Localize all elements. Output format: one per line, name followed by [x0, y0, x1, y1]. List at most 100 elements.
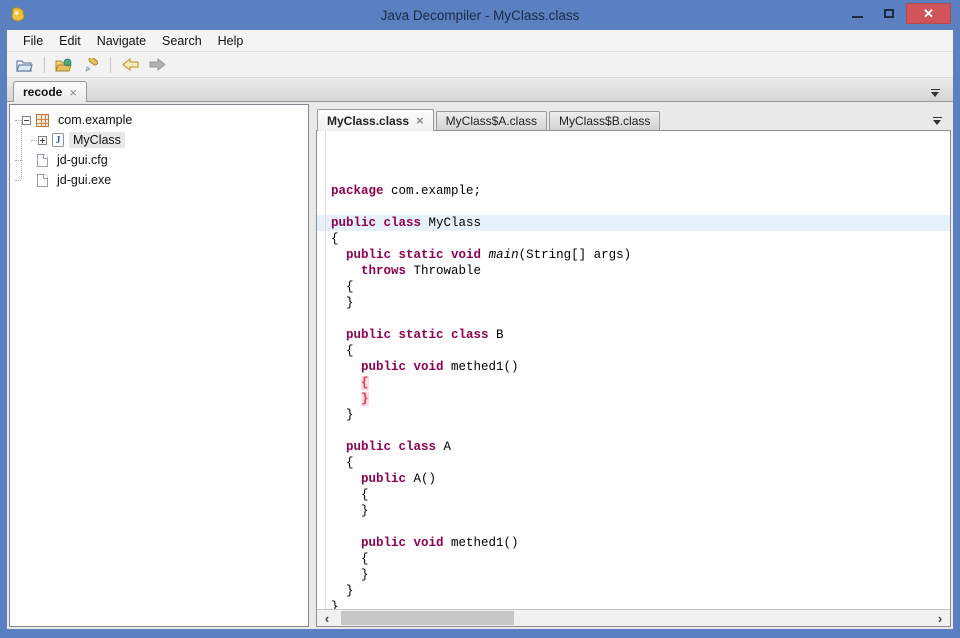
editor-tab-myclass-a-class[interactable]: MyClass$A.class [436, 111, 547, 130]
horizontal-scrollbar[interactable]: ‹ › [317, 609, 950, 626]
code-line: public A() [317, 471, 950, 487]
tab-label: MyClass.class [327, 114, 409, 128]
workspace-tab-recode[interactable]: recode × [13, 81, 87, 102]
window-title: Java Decompiler - MyClass.class [7, 8, 953, 23]
titlebar[interactable]: Java Decompiler - MyClass.class ✕ [7, 0, 953, 30]
menu-item-help[interactable]: Help [210, 32, 252, 50]
minimize-button[interactable] [842, 3, 872, 24]
open-type-icon [55, 58, 73, 72]
code-line: { [317, 455, 950, 471]
editor-tab-strip: MyClass.class × MyClass$A.class MyClass$B.c… [316, 104, 951, 130]
code-line: } [317, 391, 950, 407]
tab-overflow-icon [931, 89, 940, 90]
open-type-button[interactable] [52, 54, 76, 76]
tree-item-label: com.example [54, 112, 136, 128]
code-line: public class MyClass [317, 215, 950, 231]
minimize-icon [852, 16, 863, 18]
tree-item-jd-gui-exe[interactable]: jd-gui.exe [10, 170, 308, 190]
code-editor[interactable]: package com.example; public class MyClas… [317, 131, 950, 609]
tree-connector [15, 180, 21, 181]
tree-item-com-example[interactable]: com.example [10, 110, 308, 130]
code-line: } [317, 407, 950, 423]
file-icon [37, 154, 48, 167]
code-line: { [317, 343, 950, 359]
tab-overflow-icon [933, 117, 942, 118]
code-line: } [317, 503, 950, 519]
editor-tab-myclass-class[interactable]: MyClass.class × [317, 109, 434, 131]
expander-plus-icon[interactable] [38, 136, 47, 145]
code-line: { [317, 279, 950, 295]
search-icon [83, 58, 99, 72]
file-icon [37, 174, 48, 187]
code-line [317, 519, 950, 535]
tree-item-label: jd-gui.cfg [53, 152, 112, 168]
back-button[interactable] [118, 54, 142, 76]
toolbar-separator [110, 57, 111, 73]
close-tab-icon[interactable]: × [69, 86, 77, 99]
code-line: public void methed1() [317, 535, 950, 551]
code-line: } [317, 295, 950, 311]
code-line: public static class B [317, 327, 950, 343]
tab-label: recode [23, 85, 62, 99]
java-class-icon: J [52, 133, 64, 147]
tree-item-jd-gui-cfg[interactable]: jd-gui.cfg [10, 150, 308, 170]
code-line: { [317, 375, 950, 391]
tab-label: MyClass$B.class [559, 114, 650, 128]
code-line [317, 311, 950, 327]
code-line: public class A [317, 439, 950, 455]
maximize-button[interactable] [874, 3, 904, 24]
editor-pane: MyClass.class × MyClass$A.class MyClass$B.c… [316, 104, 951, 627]
scroll-right-button[interactable]: › [932, 610, 948, 626]
code-line: } [317, 583, 950, 599]
forward-button[interactable] [145, 54, 169, 76]
forward-icon [149, 58, 166, 71]
app-window: Java Decompiler - MyClass.class ✕ FileEd… [0, 0, 960, 638]
client-area: FileEditNavigateSearchHelp recode × com.e… [7, 30, 953, 629]
menu-item-navigate[interactable]: Navigate [89, 32, 154, 50]
menu-item-search[interactable]: Search [154, 32, 210, 50]
open-file-icon [16, 58, 34, 72]
code-margin-line [325, 131, 326, 609]
code-line: { [317, 487, 950, 503]
code-line: public static void main(String[] args) [317, 247, 950, 263]
scrollbar-track[interactable] [335, 611, 932, 625]
tree-panel: com.example J MyClass jd-gui.cfg jd-gui.exe [9, 104, 309, 627]
menu-bar: FileEditNavigateSearchHelp [7, 30, 953, 52]
code-line [317, 423, 950, 439]
code-line: } [317, 599, 950, 609]
code-line: { [317, 551, 950, 567]
code-line: { [317, 231, 950, 247]
toolbar [7, 52, 953, 78]
code-line [317, 199, 950, 215]
expander-minus-icon[interactable] [22, 116, 31, 125]
menu-item-edit[interactable]: Edit [51, 32, 89, 50]
code-line: throws Throwable [317, 263, 950, 279]
open-file-button[interactable] [13, 54, 37, 76]
package-icon [36, 114, 49, 127]
scrollbar-thumb[interactable] [341, 611, 514, 625]
toolbar-separator [44, 57, 45, 73]
editor-tab-myclass-b-class[interactable]: MyClass$B.class [549, 111, 660, 130]
search-button[interactable] [79, 54, 103, 76]
editor-body: package com.example; public class MyClas… [316, 130, 951, 627]
editor-tab-overflow-button[interactable] [929, 117, 945, 125]
main-area: com.exampleJMyClassjd-gui.cfgjd-gui.exe … [7, 102, 953, 629]
tree-item-label: MyClass [69, 132, 125, 148]
tree-connector [31, 140, 37, 141]
close-button[interactable]: ✕ [906, 3, 951, 24]
tree-item-myclass[interactable]: J MyClass [10, 130, 308, 150]
maximize-icon [884, 9, 894, 18]
tree-guide [21, 120, 22, 179]
close-icon: ✕ [923, 7, 934, 20]
file-tree: com.example J MyClass jd-gui.cfg jd-gui.exe [10, 105, 308, 190]
back-icon [122, 58, 139, 71]
tab-label: MyClass$A.class [446, 114, 537, 128]
code-line: public void methed1() [317, 359, 950, 375]
code-line: package com.example; [317, 183, 950, 199]
code-line: } [317, 567, 950, 583]
scroll-left-button[interactable]: ‹ [319, 610, 335, 626]
tree-item-label: jd-gui.exe [53, 172, 115, 188]
workspace-tab-overflow-button[interactable] [927, 89, 943, 97]
menu-item-file[interactable]: File [15, 32, 51, 50]
close-tab-icon[interactable]: × [416, 114, 424, 127]
